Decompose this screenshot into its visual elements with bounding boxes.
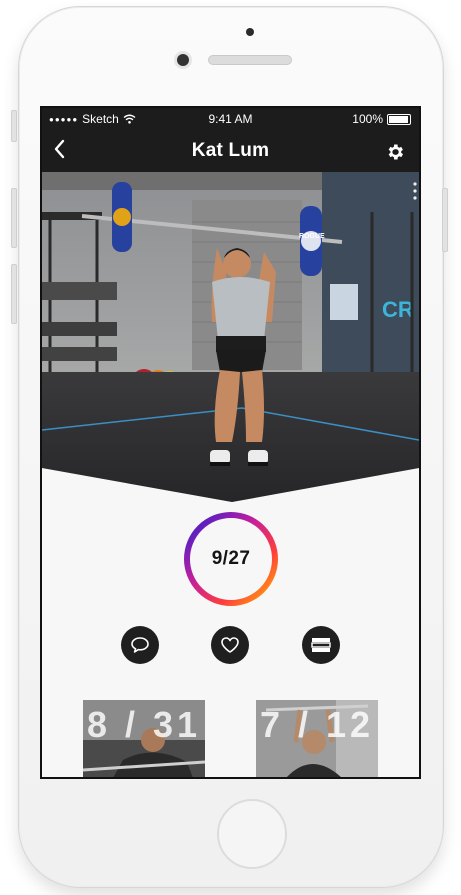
comment-button[interactable]: [121, 626, 159, 664]
progress-ring: 9/27: [182, 510, 280, 608]
workout-thumbnail[interactable]: 7 / 12: [256, 700, 378, 777]
plate-brand-text: ROGUE: [299, 233, 325, 240]
front-camera: [177, 54, 189, 66]
list-button[interactable]: [302, 626, 340, 664]
volume-down-button[interactable]: [11, 264, 17, 324]
page-title: Kat Lum: [191, 140, 270, 161]
status-right: 100%: [352, 112, 411, 126]
mute-switch[interactable]: [11, 110, 17, 142]
status-bar: ●●●●● Sketch 9:41 AM 100%: [42, 108, 419, 130]
comment-bubble-icon: [131, 637, 149, 653]
power-button[interactable]: [442, 188, 448, 252]
nav-bar: Kat Lum: [42, 130, 419, 172]
battery-percent: 100%: [352, 112, 383, 126]
thumbnail-label: 8 / 31: [86, 704, 202, 745]
list-icon: [311, 638, 331, 652]
proximity-sensor: [246, 28, 254, 36]
progress-label: 9/27: [211, 548, 251, 569]
volume-up-button[interactable]: [11, 188, 17, 248]
thumbnail-label: 7 / 12: [259, 704, 375, 745]
athlete-photo: CR ROGUE: [42, 172, 419, 502]
app-screen: ●●●●● Sketch 9:41 AM 100% Kat Lum CR ROG…: [40, 106, 421, 779]
earpiece-speaker: [208, 55, 292, 65]
battery-icon: [387, 113, 411, 125]
heart-icon: [221, 637, 239, 653]
home-button[interactable]: [217, 799, 287, 869]
svg-text:CR: CR: [382, 297, 414, 322]
like-button[interactable]: [211, 626, 249, 664]
gear-icon[interactable]: [385, 142, 405, 162]
workout-thumbnail[interactable]: 8 / 31: [83, 700, 205, 777]
